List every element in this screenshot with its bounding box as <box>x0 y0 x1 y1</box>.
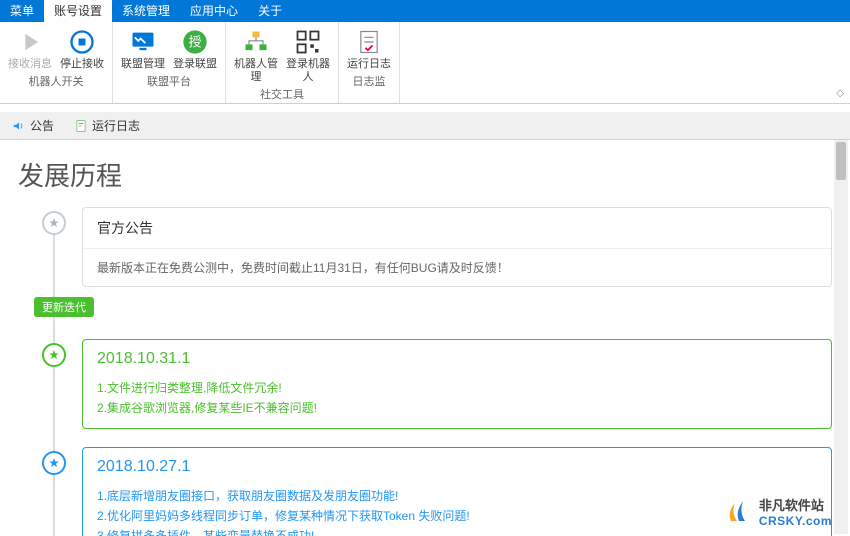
update-badge: 更新迭代 <box>34 297 94 317</box>
menu-item-about[interactable]: 关于 <box>248 0 292 22</box>
ribbon-group-robot-switch: 接收消息 停止接收 机器人开关 <box>0 22 113 103</box>
menu-item-apps[interactable]: 应用中心 <box>180 0 248 22</box>
card-title: 官方公告 <box>97 218 817 238</box>
log-icon <box>355 28 383 56</box>
scrollbar[interactable] <box>834 140 848 534</box>
login-alliance-button[interactable]: 授 登录联盟 <box>169 24 221 71</box>
changelog: 1.文件进行归类整理,降低文件冗余! 2.集成谷歌浏览器,修复某些IE不兼容问题… <box>97 378 817 418</box>
tab-label: 运行日志 <box>92 117 140 134</box>
logo-icon <box>725 497 755 527</box>
timeline: 官方公告 最新版本正在免费公测中，免费时间截止11月31日，有任何BUG请及时反… <box>42 207 832 536</box>
run-log-button[interactable]: 运行日志 <box>343 24 395 71</box>
stop-icon <box>68 28 96 56</box>
stop-receive-button[interactable]: 停止接收 <box>56 24 108 71</box>
watermark-logo: 非凡软件站 CRSKY.com <box>725 495 832 528</box>
svg-text:授: 授 <box>189 35 202 50</box>
card-body: 最新版本正在免费公测中，免费时间截止11月31日，有任何BUG请及时反馈！ <box>97 259 817 276</box>
star-marker-icon <box>42 211 66 235</box>
logo-text: 非凡软件站 CRSKY.com <box>759 495 832 528</box>
tabbar: 公告 运行日志 <box>0 112 850 140</box>
release-card: 2018.10.31.1 1.文件进行归类整理,降低文件冗余! 2.集成谷歌浏览… <box>82 339 832 429</box>
tab-runlog[interactable]: 运行日志 <box>68 115 146 137</box>
menu-item-account[interactable]: 账号设置 <box>44 0 112 22</box>
timeline-item-official: 官方公告 最新版本正在免费公测中，免费时间截止11月31日，有任何BUG请及时反… <box>42 207 832 287</box>
list-item: 1.底层新增朋友圈接口，获取朋友圈数据及发朋友圈功能! <box>97 486 817 506</box>
badge-wrap: 更新迭代 <box>42 305 832 325</box>
group-title: 社交工具 <box>260 84 304 105</box>
group-title: 日志监 <box>353 71 386 92</box>
speaker-icon <box>12 119 26 133</box>
list-item: 2.优化阿里妈妈多线程同步订单，修复某种情况下获取Token 失败问题! <box>97 506 817 526</box>
ribbon-expand-icon[interactable]: ◇ <box>836 88 844 99</box>
ribbon-group-log: 运行日志 日志监 <box>339 22 400 103</box>
play-icon <box>16 28 44 56</box>
scroll-thumb[interactable] <box>836 142 846 180</box>
star-marker-icon <box>42 343 66 367</box>
version-label: 2018.10.31.1 <box>97 350 817 368</box>
menu-item-system[interactable]: 系统管理 <box>112 0 180 22</box>
doc-icon <box>74 119 88 133</box>
divider <box>83 248 831 249</box>
list-item: 3.修复拼多多插件，某些变量替换不成功! <box>97 526 817 536</box>
tab-announce[interactable]: 公告 <box>6 115 60 137</box>
star-marker-icon <box>42 451 66 475</box>
page-title: 发展历程 <box>18 156 832 193</box>
menu-item-menu[interactable]: 菜单 <box>0 0 44 22</box>
list-item: 1.文件进行归类整理,降低文件冗余! <box>97 378 817 398</box>
group-title: 机器人开关 <box>29 71 84 92</box>
menubar: 菜单 账号设置 系统管理 应用中心 关于 <box>0 0 850 22</box>
official-card: 官方公告 最新版本正在免费公测中，免费时间截止11月31日，有任何BUG请及时反… <box>82 207 832 287</box>
content-area: 发展历程 官方公告 最新版本正在免费公测中，免费时间截止11月31日，有任何BU… <box>0 140 850 536</box>
version-label: 2018.10.27.1 <box>97 458 817 476</box>
changelog: 1.底层新增朋友圈接口，获取朋友圈数据及发朋友圈功能! 2.优化阿里妈妈多线程同… <box>97 486 817 536</box>
timeline-item-release: 2018.10.31.1 1.文件进行归类整理,降低文件冗余! 2.集成谷歌浏览… <box>42 339 832 429</box>
list-item: 2.集成谷歌浏览器,修复某些IE不兼容问题! <box>97 398 817 418</box>
alliance-mgmt-button[interactable]: 联盟管理 <box>117 24 169 71</box>
ribbon-group-social: 机器人管理 登录机器人 社交工具 <box>226 22 339 103</box>
ribbon-group-alliance: 联盟管理 授 登录联盟 联盟平台 <box>113 22 226 103</box>
release-card: 2018.10.27.1 1.底层新增朋友圈接口，获取朋友圈数据及发朋友圈功能!… <box>82 447 832 536</box>
group-title: 联盟平台 <box>147 71 191 92</box>
robot-mgmt-button[interactable]: 机器人管理 <box>230 24 282 84</box>
qr-icon <box>294 28 322 56</box>
org-icon <box>242 28 270 56</box>
receive-msg-button[interactable]: 接收消息 <box>4 24 56 71</box>
badge-icon: 授 <box>181 28 209 56</box>
timeline-item-release: 2018.10.27.1 1.底层新增朋友圈接口，获取朋友圈数据及发朋友圈功能!… <box>42 447 832 536</box>
ribbon: 接收消息 停止接收 机器人开关 联盟管理 授 登录联盟 联盟平台 机器 <box>0 22 850 104</box>
monitor-icon <box>129 28 157 56</box>
tab-label: 公告 <box>30 117 54 134</box>
login-robot-button[interactable]: 登录机器人 <box>282 24 334 84</box>
